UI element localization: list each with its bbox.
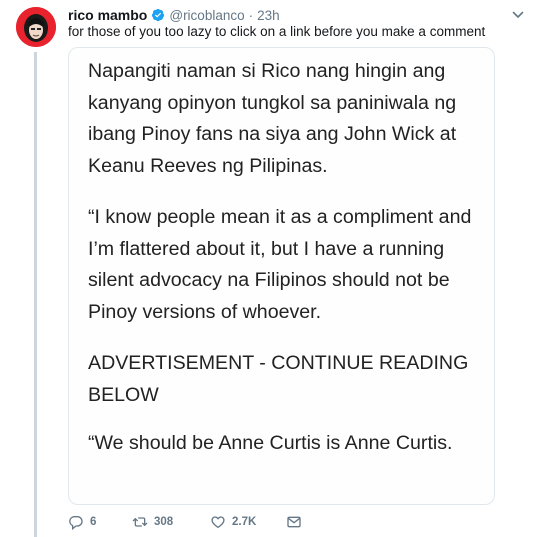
article-paragraph: Napangiti naman si Rico nang hingin ang …	[88, 60, 457, 177]
article-paragraph: “We should be Anne Curtis is Anne Curtis…	[88, 432, 453, 454]
article-paragraph: “I know people mean it as a compliment a…	[88, 206, 472, 323]
advertisement-label: ADVERTISEMENT - CONTINUE READING BELOW	[88, 352, 469, 406]
reply-icon	[69, 516, 83, 530]
attached-image[interactable]: Napangiti naman si Rico nang hingin ang …	[68, 47, 495, 505]
reply-count: 6	[90, 516, 97, 528]
avatar[interactable]	[16, 7, 56, 47]
author-name[interactable]: rico mambo	[68, 7, 147, 23]
retweet-icon	[132, 517, 148, 527]
tweet-header: rico mambo @ricoblanco · 23h	[68, 6, 280, 24]
envelope-icon	[287, 516, 301, 528]
tweet[interactable]: rico mambo @ricoblanco · 23h for those o…	[0, 0, 541, 537]
article-screenshot-text: Napangiti naman si Rico nang hingin ang …	[88, 56, 483, 480]
like-count: 2.7K	[232, 516, 257, 528]
retweet-button[interactable]: 308	[132, 514, 173, 530]
tweet-text: for those of you too lazy to click on a …	[68, 24, 486, 39]
like-button[interactable]: 2.7K	[210, 514, 256, 530]
tweet-time[interactable]: 23h	[257, 8, 280, 23]
heart-icon	[211, 516, 225, 528]
chevron-down-icon[interactable]	[511, 8, 525, 22]
verified-badge-icon	[152, 8, 165, 22]
retweet-count: 308	[154, 516, 174, 528]
avatar-image	[16, 7, 56, 47]
reply-button[interactable]: 6	[68, 514, 96, 530]
thread-line	[34, 52, 37, 537]
separator-dot: ·	[248, 7, 254, 23]
direct-message-button[interactable]	[286, 514, 302, 530]
author-handle[interactable]: @ricoblanco	[169, 8, 244, 23]
